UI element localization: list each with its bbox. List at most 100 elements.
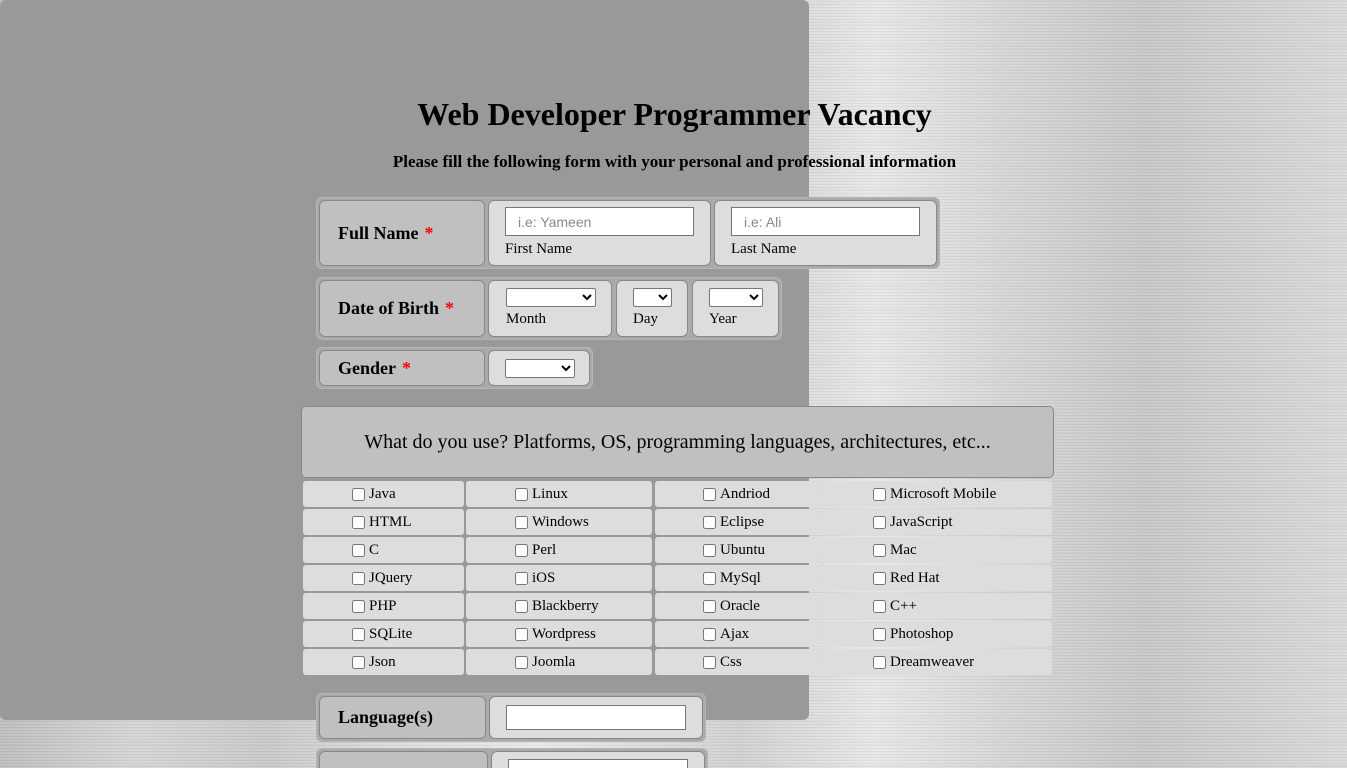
option-checkbox[interactable] [352, 515, 365, 529]
platforms-question: What do you use? Platforms, OS, programm… [301, 406, 1054, 478]
option-cell[interactable]: Windows [466, 509, 652, 535]
option-cell[interactable]: Joomla [466, 649, 652, 675]
option-cell[interactable]: SQLite [303, 621, 464, 647]
option-cell[interactable]: Eclipse [655, 509, 822, 535]
next-row-input[interactable] [508, 759, 688, 768]
option-cell[interactable]: Microsoft Mobile [824, 481, 1052, 507]
option-checkbox[interactable] [873, 571, 886, 585]
option-cell[interactable]: Andriod [655, 481, 822, 507]
day-caption: Day [633, 311, 658, 327]
option-checkbox[interactable] [515, 599, 528, 613]
languages-cell [489, 696, 703, 739]
option-checkbox[interactable] [352, 655, 365, 669]
option-checkbox[interactable] [515, 571, 528, 585]
option-checkbox[interactable] [703, 599, 716, 613]
option-checkbox[interactable] [515, 487, 528, 501]
option-cell[interactable]: Red Hat [824, 565, 1052, 591]
option-label: Photoshop [890, 625, 954, 642]
page-title: Web Developer Programmer Vacancy [417, 96, 932, 132]
option-label: Red Hat [890, 569, 940, 586]
option-cell[interactable]: C [303, 537, 464, 563]
page-subtitle: Please fill the following form with your… [392, 152, 957, 171]
option-cell[interactable]: Oracle [655, 593, 822, 619]
option-cell[interactable]: JQuery [303, 565, 464, 591]
option-cell[interactable]: Linux [466, 481, 652, 507]
option-label: Ubuntu [720, 541, 765, 558]
option-label: C [369, 541, 380, 558]
day-select[interactable] [633, 288, 672, 307]
option-checkbox[interactable] [352, 571, 365, 585]
option-cell[interactable]: Photoshop [824, 621, 1052, 647]
option-cell[interactable]: Dreamweaver [824, 649, 1052, 675]
option-checkbox[interactable] [873, 599, 886, 613]
option-label: Css [720, 653, 742, 670]
option-cell[interactable]: Json [303, 649, 464, 675]
last-name-input[interactable] [731, 207, 920, 236]
next-row-cell [491, 751, 705, 768]
month-cell: Month [488, 280, 612, 337]
label-text: Date of Birth [338, 298, 439, 318]
option-cell[interactable]: Java [303, 481, 464, 507]
option-checkbox[interactable] [703, 543, 716, 557]
first-name-input[interactable] [505, 207, 694, 236]
year-select[interactable] [709, 288, 763, 307]
label-text: Gender [338, 357, 396, 378]
option-cell[interactable]: Ajax [655, 621, 822, 647]
option-label: Blackberry [532, 597, 599, 614]
option-checkbox[interactable] [873, 487, 886, 501]
languages-input[interactable] [506, 705, 686, 730]
option-checkbox[interactable] [873, 655, 886, 669]
option-checkbox[interactable] [352, 599, 365, 613]
first-name-cell: First Name [488, 200, 711, 266]
gender-select[interactable] [505, 359, 575, 378]
option-label: Wordpress [532, 625, 596, 642]
option-label: Json [369, 653, 396, 670]
option-checkbox[interactable] [352, 543, 365, 557]
option-cell[interactable]: Wordpress [466, 621, 652, 647]
option-label: iOS [532, 569, 556, 586]
next-row-label [319, 751, 488, 768]
option-label: Joomla [532, 653, 576, 670]
option-cell[interactable]: Blackberry [466, 593, 652, 619]
option-checkbox[interactable] [515, 515, 528, 529]
option-label: Oracle [720, 597, 760, 614]
option-checkbox[interactable] [703, 515, 716, 529]
option-checkbox[interactable] [703, 655, 716, 669]
option-checkbox[interactable] [703, 627, 716, 641]
month-select[interactable] [506, 288, 596, 307]
option-checkbox[interactable] [703, 571, 716, 585]
option-cell[interactable]: Css [655, 649, 822, 675]
option-cell[interactable]: HTML [303, 509, 464, 535]
option-cell[interactable]: iOS [466, 565, 652, 591]
year-cell: Year [692, 280, 779, 337]
option-checkbox[interactable] [515, 655, 528, 669]
option-cell[interactable]: PHP [303, 593, 464, 619]
option-cell[interactable]: Mac [824, 537, 1052, 563]
option-label: JavaScript [890, 513, 953, 530]
year-caption: Year [709, 311, 737, 327]
option-label: PHP [369, 597, 397, 614]
option-cell[interactable]: MySql [655, 565, 822, 591]
option-label: JQuery [369, 569, 413, 586]
option-checkbox[interactable] [352, 627, 365, 641]
option-label: Dreamweaver [890, 653, 975, 670]
option-checkbox[interactable] [352, 487, 365, 501]
option-label: SQLite [369, 625, 413, 642]
option-label: Linux [532, 485, 568, 502]
option-checkbox[interactable] [515, 543, 528, 557]
option-cell[interactable]: C++ [824, 593, 1052, 619]
month-caption: Month [506, 311, 547, 327]
option-label: Ajax [720, 625, 750, 642]
option-checkbox[interactable] [873, 543, 886, 557]
option-checkbox[interactable] [703, 487, 716, 501]
option-checkbox[interactable] [873, 627, 886, 641]
option-label: C++ [890, 597, 917, 614]
option-cell[interactable]: Ubuntu [655, 537, 822, 563]
label-text: Full Name [338, 222, 419, 243]
option-checkbox[interactable] [515, 627, 528, 641]
option-cell[interactable]: Perl [466, 537, 652, 563]
option-cell[interactable]: JavaScript [824, 509, 1052, 535]
option-label: Microsoft Mobile [890, 485, 997, 502]
gender-label: Gender * [319, 350, 485, 386]
option-checkbox[interactable] [873, 515, 886, 529]
